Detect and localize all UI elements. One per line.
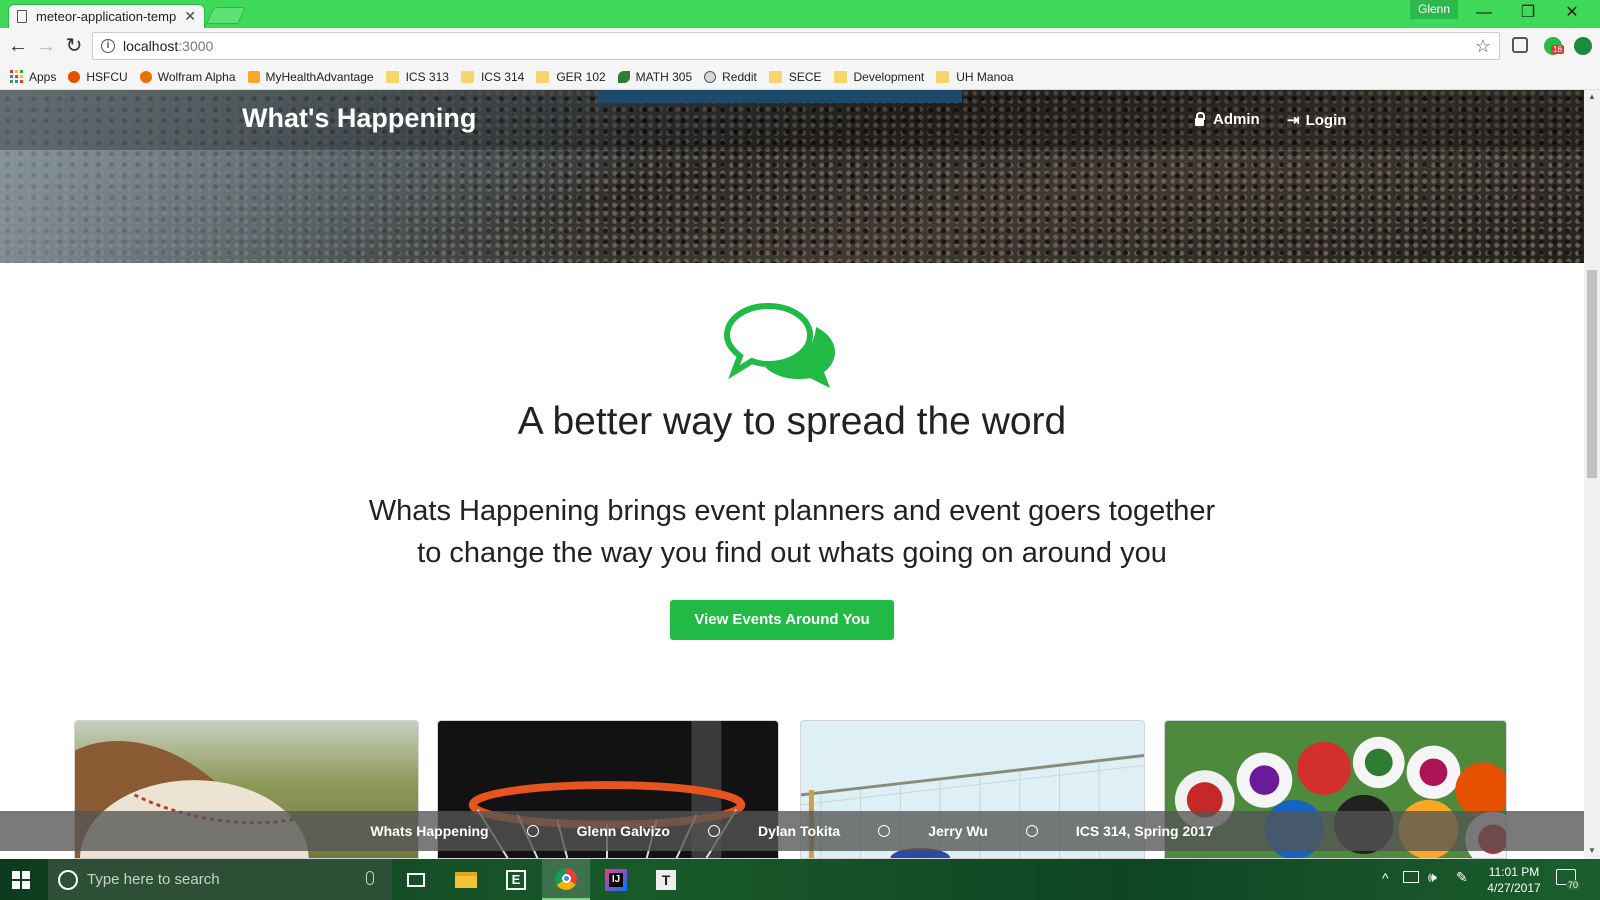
bookmark-development[interactable]: Development [833, 70, 924, 84]
close-window-button[interactable]: ✕ [1552, 3, 1592, 23]
extension-badge: 16 [1551, 45, 1564, 54]
tab-title: meteor-application-temp [36, 9, 177, 24]
bookmark-star-icon[interactable]: ☆ [1475, 36, 1491, 57]
bookmark-reddit[interactable]: Reddit [704, 70, 757, 84]
volume-icon[interactable]: 🕪 [1428, 869, 1437, 886]
address-bar[interactable]: i localhost:3000 ☆ [92, 32, 1500, 60]
back-button[interactable]: ← [6, 34, 30, 58]
extension-icon[interactable]: 16 [1544, 37, 1564, 55]
taskbar-search-box[interactable]: Type here to search [48, 859, 392, 900]
browser-toolbar: ← → ↻ i localhost:3000 ☆ 16 [0, 28, 1600, 64]
forward-button[interactable]: → [34, 34, 58, 58]
cortana-icon [58, 869, 78, 890]
page-headline: A better way to spread the word [517, 400, 1067, 443]
lead-paragraph: Whats Happening brings event planners an… [300, 490, 1284, 574]
folder-icon [460, 70, 474, 83]
clock-date: 4/27/2017 [1487, 881, 1541, 895]
folder-icon [536, 70, 550, 83]
view-events-button[interactable]: View Events Around You [670, 600, 894, 640]
footer-separator-icon [1025, 825, 1038, 837]
page-viewport[interactable]: What's Happening Admin ⇥ Login A better … [0, 90, 1584, 859]
profile-button[interactable]: Glenn [1410, 0, 1459, 19]
search-placeholder: Type here to search [87, 871, 220, 888]
top-navbar: What's Happening Admin ⇥ Login [0, 90, 1584, 150]
bookmark-sece[interactable]: SECE [768, 70, 822, 84]
url-host: localhost [123, 38, 179, 54]
site-info-icon[interactable]: i [101, 39, 115, 53]
pen-workspace-icon[interactable]: ✎ [1456, 869, 1468, 886]
footer-separator-icon [878, 825, 891, 837]
brand-logo-text[interactable]: What's Happening [242, 103, 476, 134]
pocket-extension-icon[interactable] [1512, 37, 1528, 53]
folder-icon [385, 70, 399, 83]
taskbar-clock[interactable]: 11:01 PM 4/27/2017 [1480, 864, 1548, 896]
browser-tab-strip: meteor-application-temp ✕ Glenn — ❐ ✕ [0, 0, 1600, 28]
bookmark-math-305[interactable]: MATH 305 [617, 70, 692, 84]
login-link[interactable]: ⇥ Login [1287, 111, 1346, 130]
bookmark-hsfcu[interactable]: HSFCU [68, 70, 128, 84]
network-icon[interactable] [1403, 871, 1419, 883]
file-explorer-icon[interactable] [442, 859, 490, 900]
restore-button[interactable]: ❐ [1508, 3, 1548, 23]
footer-author-1: Glenn Galvizo [576, 823, 670, 839]
footer-author-2: Dylan Tokita [757, 823, 841, 839]
reload-button[interactable]: ↻ [62, 34, 86, 58]
sign-in-icon: ⇥ [1287, 112, 1300, 129]
hero-banner-image: What's Happening Admin ⇥ Login [0, 90, 1584, 263]
footer-separator-icon [526, 825, 539, 837]
browser-tab[interactable]: meteor-application-temp ✕ [8, 4, 205, 28]
page-icon [17, 10, 27, 23]
footer-author-3: Jerry Wu [928, 823, 988, 839]
folder-icon [833, 70, 847, 83]
url-port: :3000 [178, 38, 214, 54]
minimize-button[interactable]: — [1464, 3, 1504, 23]
bookmark-ics-313[interactable]: ICS 313 [385, 70, 449, 84]
chat-bubbles-icon [724, 302, 835, 388]
page-scrollbar[interactable]: ▲ ▼ [1584, 90, 1600, 859]
editor-icon[interactable]: E [492, 859, 540, 900]
bookmark-uh-manoa[interactable]: UH Manoa [936, 70, 1014, 84]
footer-course: ICS 314, Spring 2017 [1075, 823, 1214, 839]
bookmark-apps[interactable]: Apps [10, 70, 56, 84]
bookmark-myhealthadvantage[interactable]: MyHealthAdvantage [247, 70, 374, 84]
intellij-icon[interactable]: IJ [592, 859, 640, 900]
microphone-icon[interactable] [366, 871, 374, 885]
math-icon [617, 70, 630, 83]
windows-taskbar: Type here to search E IJ T ^ 🕪 ✎ 11:01 P… [0, 859, 1600, 900]
bookmark-ger-102[interactable]: GER 102 [536, 70, 606, 84]
scroll-up-icon[interactable]: ▲ [1588, 92, 1596, 101]
folder-icon [768, 70, 782, 83]
scrollbar-thumb[interactable] [1587, 270, 1597, 478]
bookmarks-bar: Apps HSFCU Wolfram Alpha MyHealthAdvanta… [0, 64, 1600, 90]
lock-icon [1195, 111, 1205, 126]
admin-link[interactable]: Admin [1195, 111, 1260, 128]
scroll-down-icon[interactable]: ▼ [1588, 846, 1596, 855]
page-footer: Whats Happening Glenn Galvizo Dylan Toki… [0, 811, 1584, 851]
action-center-icon[interactable]: 70 [1556, 869, 1581, 890]
show-hidden-icons-icon[interactable]: ^ [1382, 870, 1389, 886]
hsfcu-icon [68, 70, 81, 83]
navbar-accent-strip [598, 90, 962, 103]
reddit-icon [704, 70, 717, 83]
update-icon[interactable] [1574, 37, 1592, 55]
lead-line-1: Whats Happening brings event planners an… [368, 495, 1216, 527]
task-view-icon[interactable] [392, 859, 440, 900]
bookmark-wolfram-alpha[interactable]: Wolfram Alpha [139, 70, 236, 84]
clock-time: 11:01 PM [1488, 865, 1540, 879]
wolfram-icon [139, 70, 152, 83]
windows-start-icon[interactable] [12, 871, 30, 889]
folder-icon [936, 70, 950, 83]
tab-close-icon[interactable]: ✕ [184, 8, 196, 25]
lead-line-2: to change the way you find out whats goi… [417, 537, 1167, 569]
chrome-icon[interactable] [542, 859, 590, 900]
bookmark-ics-314[interactable]: ICS 314 [460, 70, 524, 84]
new-tab-button[interactable] [206, 7, 246, 24]
apps-grid-icon [10, 70, 23, 83]
footer-site-name: Whats Happening [370, 823, 489, 839]
screen: meteor-application-temp ✕ Glenn — ❐ ✕ ← … [0, 0, 1600, 900]
footer-separator-icon [707, 825, 720, 837]
notification-count: 70 [1566, 880, 1581, 890]
myhealth-icon [247, 70, 260, 83]
typora-icon[interactable]: T [642, 859, 690, 900]
